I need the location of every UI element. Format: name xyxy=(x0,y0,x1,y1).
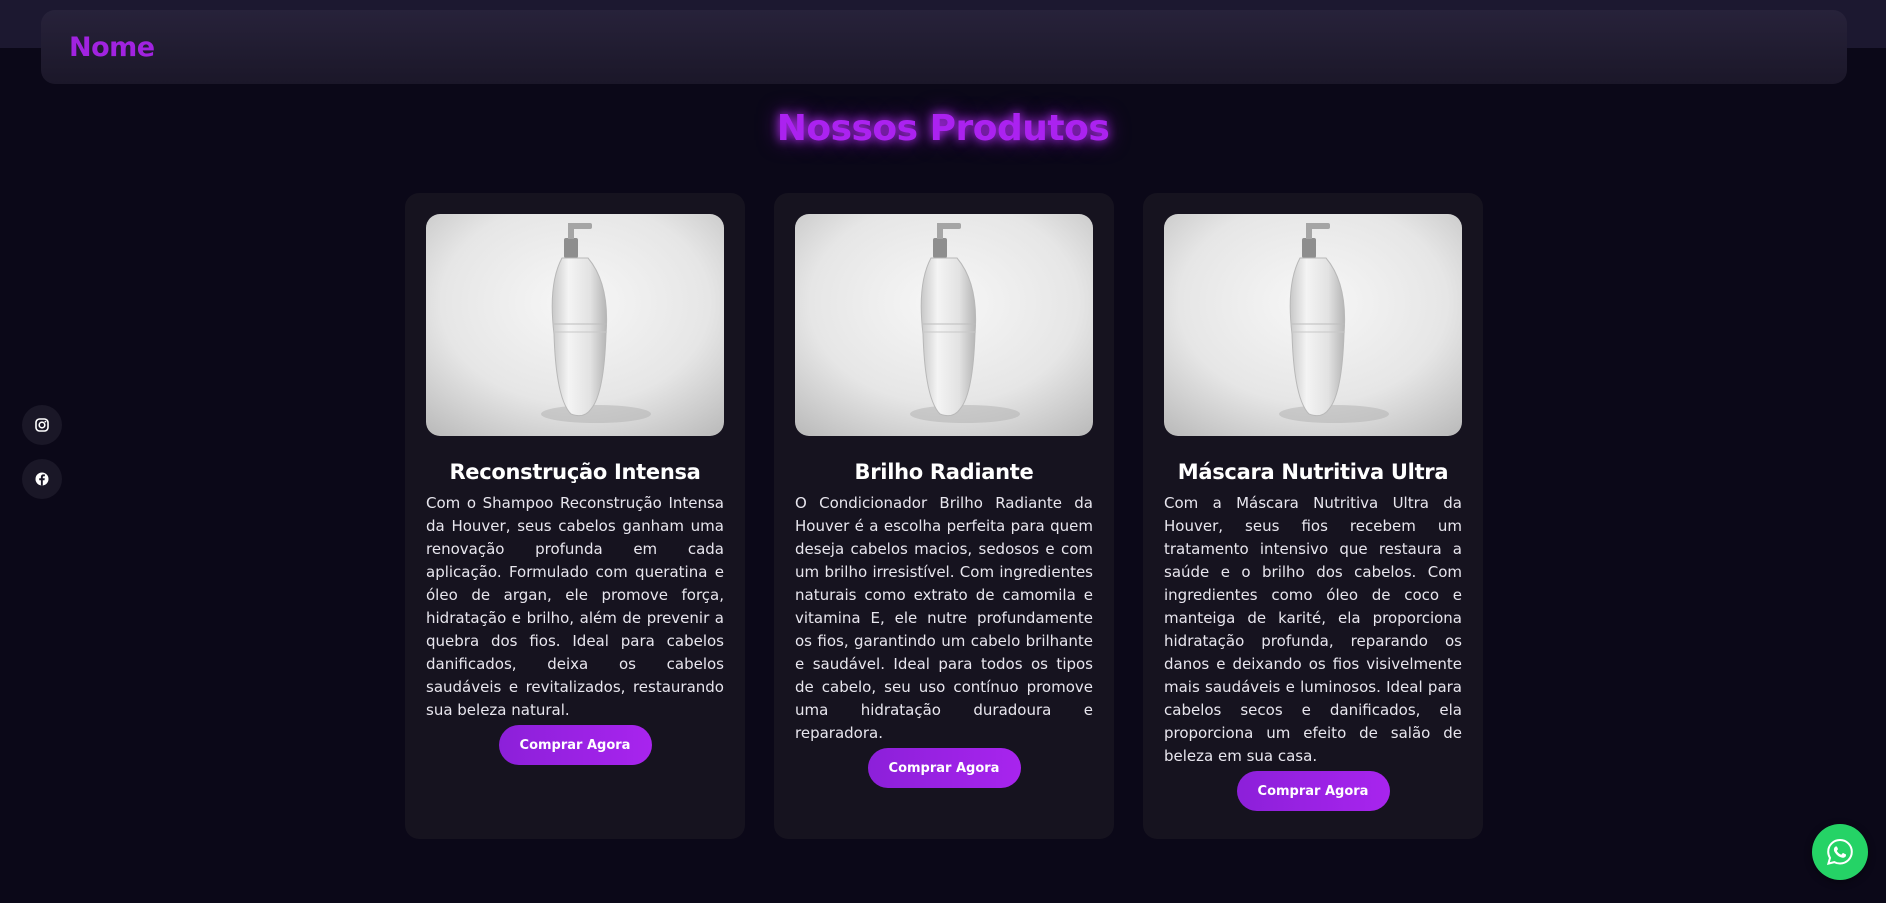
product-card: Reconstrução Intensa Com o Shampoo Recon… xyxy=(405,193,745,839)
bottle-image xyxy=(795,214,1093,436)
whatsapp-button[interactable] xyxy=(1812,824,1868,880)
bottle-image xyxy=(1164,214,1462,436)
product-description: Com a Máscara Nutritiva Ultra da Houver,… xyxy=(1164,494,1462,765)
product-card: Máscara Nutritiva Ultra Com a Máscara Nu… xyxy=(1143,193,1483,839)
product-description: O Condicionador Brilho Radiante da Houve… xyxy=(795,494,1093,742)
bottle-image xyxy=(426,214,724,436)
brand-logo-text[interactable]: Nome xyxy=(69,32,155,63)
product-description: Com o Shampoo Reconstrução Intensa da Ho… xyxy=(426,494,724,719)
product-image xyxy=(795,214,1093,436)
facebook-icon xyxy=(35,472,49,486)
facebook-link[interactable] xyxy=(22,459,62,499)
buy-now-button[interactable]: Comprar Agora xyxy=(867,748,1021,788)
buy-now-button[interactable]: Comprar Agora xyxy=(498,725,652,765)
instagram-icon xyxy=(35,418,49,432)
product-grid: Reconstrução Intensa Com o Shampoo Recon… xyxy=(405,193,1485,839)
product-image xyxy=(426,214,724,436)
product-card: Brilho Radiante O Condicionador Brilho R… xyxy=(774,193,1114,839)
site-header: Nome xyxy=(41,10,1847,84)
page: Nome Nossos Produtos Reconstrução Intens… xyxy=(0,0,1886,903)
product-image xyxy=(1164,214,1462,436)
section-title: Nossos Produtos xyxy=(776,108,1110,149)
product-title: Brilho Radiante xyxy=(854,460,1034,484)
whatsapp-icon xyxy=(1826,838,1853,865)
product-title: Máscara Nutritiva Ultra xyxy=(1177,460,1449,484)
instagram-link[interactable] xyxy=(22,405,62,445)
buy-now-button[interactable]: Comprar Agora xyxy=(1236,771,1390,811)
product-title: Reconstrução Intensa xyxy=(449,460,701,484)
